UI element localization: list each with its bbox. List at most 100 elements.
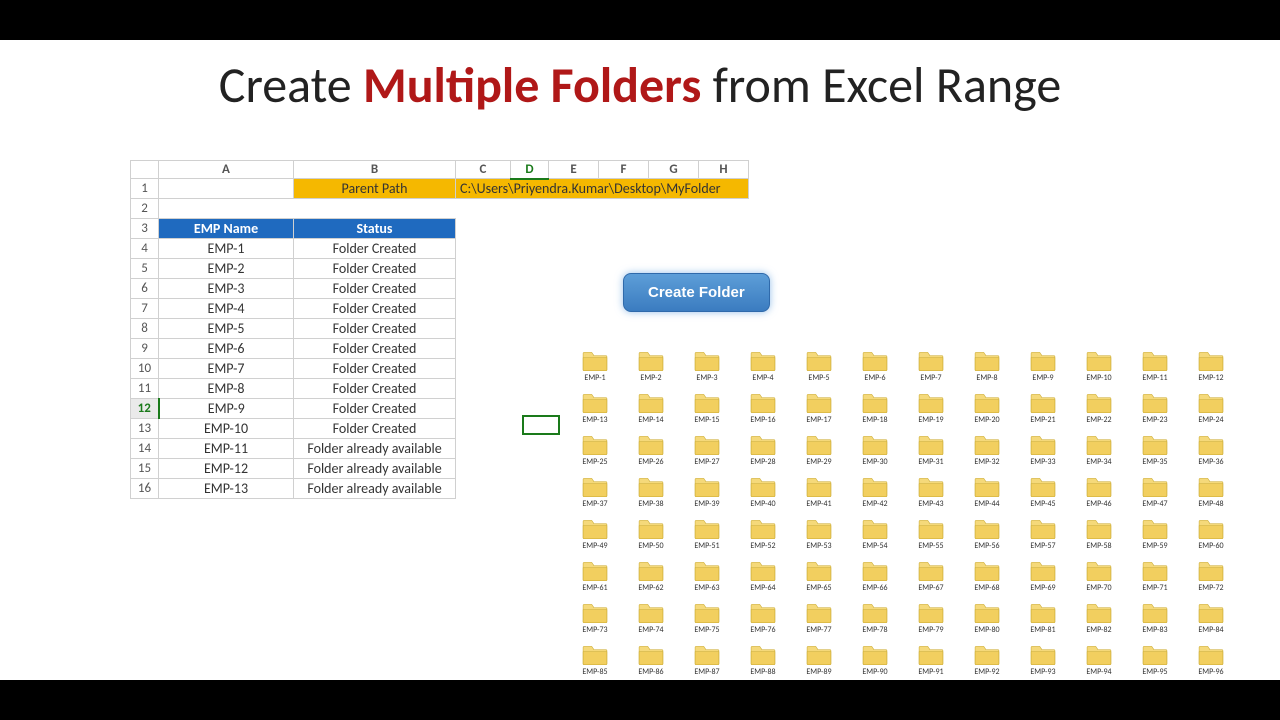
folder-item[interactable]: EMP-16 [735, 392, 791, 434]
folder-item[interactable]: EMP-25 [567, 434, 623, 476]
col-G[interactable]: G [649, 161, 699, 179]
folder-item[interactable]: EMP-47 [1127, 476, 1183, 518]
status-cell[interactable]: Folder already available [294, 459, 456, 479]
folder-item[interactable]: EMP-19 [903, 392, 959, 434]
col-E[interactable]: E [549, 161, 599, 179]
cell-A1[interactable] [159, 179, 294, 199]
folder-item[interactable]: EMP-12 [1183, 350, 1239, 392]
status-cell[interactable]: Folder Created [294, 359, 456, 379]
folder-item[interactable]: EMP-17 [791, 392, 847, 434]
folder-item[interactable]: EMP-54 [847, 518, 903, 560]
folder-item[interactable]: EMP-94 [1071, 644, 1127, 686]
folder-item[interactable]: EMP-5 [791, 350, 847, 392]
row-11[interactable]: 11 [131, 379, 159, 399]
folder-item[interactable]: EMP-86 [623, 644, 679, 686]
folder-item[interactable]: EMP-26 [623, 434, 679, 476]
row-15[interactable]: 15 [131, 459, 159, 479]
status-cell[interactable]: Folder Created [294, 399, 456, 419]
folder-item[interactable]: EMP-71 [1127, 560, 1183, 602]
folder-item[interactable]: EMP-8 [959, 350, 1015, 392]
emp-cell[interactable]: EMP-12 [159, 459, 294, 479]
folder-item[interactable]: EMP-39 [679, 476, 735, 518]
folder-item[interactable]: EMP-69 [1015, 560, 1071, 602]
status-cell[interactable]: Folder Created [294, 299, 456, 319]
blank-row-2[interactable] [159, 199, 749, 219]
status-cell[interactable]: Folder Created [294, 239, 456, 259]
emp-cell[interactable]: EMP-4 [159, 299, 294, 319]
row-6[interactable]: 6 [131, 279, 159, 299]
folder-item[interactable]: EMP-76 [735, 602, 791, 644]
col-D[interactable]: D [511, 161, 549, 179]
row-3[interactable]: 3 [131, 219, 159, 239]
folder-item[interactable]: EMP-82 [1071, 602, 1127, 644]
folder-item[interactable]: EMP-37 [567, 476, 623, 518]
folder-item[interactable]: EMP-51 [679, 518, 735, 560]
folder-item[interactable]: EMP-3 [679, 350, 735, 392]
folder-item[interactable]: EMP-13 [567, 392, 623, 434]
folder-item[interactable]: EMP-41 [791, 476, 847, 518]
parent-path-label[interactable]: Parent Path [294, 179, 456, 199]
row-13[interactable]: 13 [131, 419, 159, 439]
folder-item[interactable]: EMP-43 [903, 476, 959, 518]
folder-item[interactable]: EMP-90 [847, 644, 903, 686]
folder-item[interactable]: EMP-53 [791, 518, 847, 560]
row-4[interactable]: 4 [131, 239, 159, 259]
folder-item[interactable]: EMP-50 [623, 518, 679, 560]
status-header[interactable]: Status [294, 219, 456, 239]
folder-item[interactable]: EMP-68 [959, 560, 1015, 602]
folder-item[interactable]: EMP-45 [1015, 476, 1071, 518]
row-10[interactable]: 10 [131, 359, 159, 379]
folder-item[interactable]: EMP-48 [1183, 476, 1239, 518]
folder-item[interactable]: EMP-7 [903, 350, 959, 392]
folder-item[interactable]: EMP-77 [791, 602, 847, 644]
folder-item[interactable]: EMP-33 [1015, 434, 1071, 476]
folder-item[interactable]: EMP-67 [903, 560, 959, 602]
folder-item[interactable]: EMP-59 [1127, 518, 1183, 560]
folder-item[interactable]: EMP-20 [959, 392, 1015, 434]
folder-item[interactable]: EMP-70 [1071, 560, 1127, 602]
folder-item[interactable]: EMP-9 [1015, 350, 1071, 392]
folder-item[interactable]: EMP-11 [1127, 350, 1183, 392]
folder-item[interactable]: EMP-14 [623, 392, 679, 434]
folder-item[interactable]: EMP-18 [847, 392, 903, 434]
emp-cell[interactable]: EMP-2 [159, 259, 294, 279]
folder-item[interactable]: EMP-6 [847, 350, 903, 392]
folder-item[interactable]: EMP-32 [959, 434, 1015, 476]
row-1[interactable]: 1 [131, 179, 159, 199]
emp-cell[interactable]: EMP-7 [159, 359, 294, 379]
folder-item[interactable]: EMP-91 [903, 644, 959, 686]
folder-item[interactable]: EMP-55 [903, 518, 959, 560]
folder-item[interactable]: EMP-66 [847, 560, 903, 602]
emp-cell[interactable]: EMP-5 [159, 319, 294, 339]
folder-item[interactable]: EMP-64 [735, 560, 791, 602]
folder-item[interactable]: EMP-57 [1015, 518, 1071, 560]
row-9[interactable]: 9 [131, 339, 159, 359]
folder-item[interactable]: EMP-65 [791, 560, 847, 602]
folder-item[interactable]: EMP-40 [735, 476, 791, 518]
row-2[interactable]: 2 [131, 199, 159, 219]
row-7[interactable]: 7 [131, 299, 159, 319]
folder-item[interactable]: EMP-22 [1071, 392, 1127, 434]
status-cell[interactable]: Folder Created [294, 259, 456, 279]
folder-item[interactable]: EMP-63 [679, 560, 735, 602]
folder-item[interactable]: EMP-84 [1183, 602, 1239, 644]
folder-item[interactable]: EMP-96 [1183, 644, 1239, 686]
folder-item[interactable]: EMP-80 [959, 602, 1015, 644]
emp-cell[interactable]: EMP-3 [159, 279, 294, 299]
emp-cell[interactable]: EMP-10 [159, 419, 294, 439]
folder-item[interactable]: EMP-4 [735, 350, 791, 392]
emp-name-header[interactable]: EMP Name [159, 219, 294, 239]
folder-item[interactable]: EMP-21 [1015, 392, 1071, 434]
folder-item[interactable]: EMP-30 [847, 434, 903, 476]
row-16[interactable]: 16 [131, 479, 159, 499]
folder-item[interactable]: EMP-61 [567, 560, 623, 602]
row-12[interactable]: 12 [131, 399, 159, 419]
folder-item[interactable]: EMP-79 [903, 602, 959, 644]
col-B[interactable]: B [294, 161, 456, 179]
col-A[interactable]: A [159, 161, 294, 179]
folder-item[interactable]: EMP-83 [1127, 602, 1183, 644]
emp-cell[interactable]: EMP-6 [159, 339, 294, 359]
folder-item[interactable]: EMP-72 [1183, 560, 1239, 602]
status-cell[interactable]: Folder Created [294, 379, 456, 399]
folder-item[interactable]: EMP-75 [679, 602, 735, 644]
